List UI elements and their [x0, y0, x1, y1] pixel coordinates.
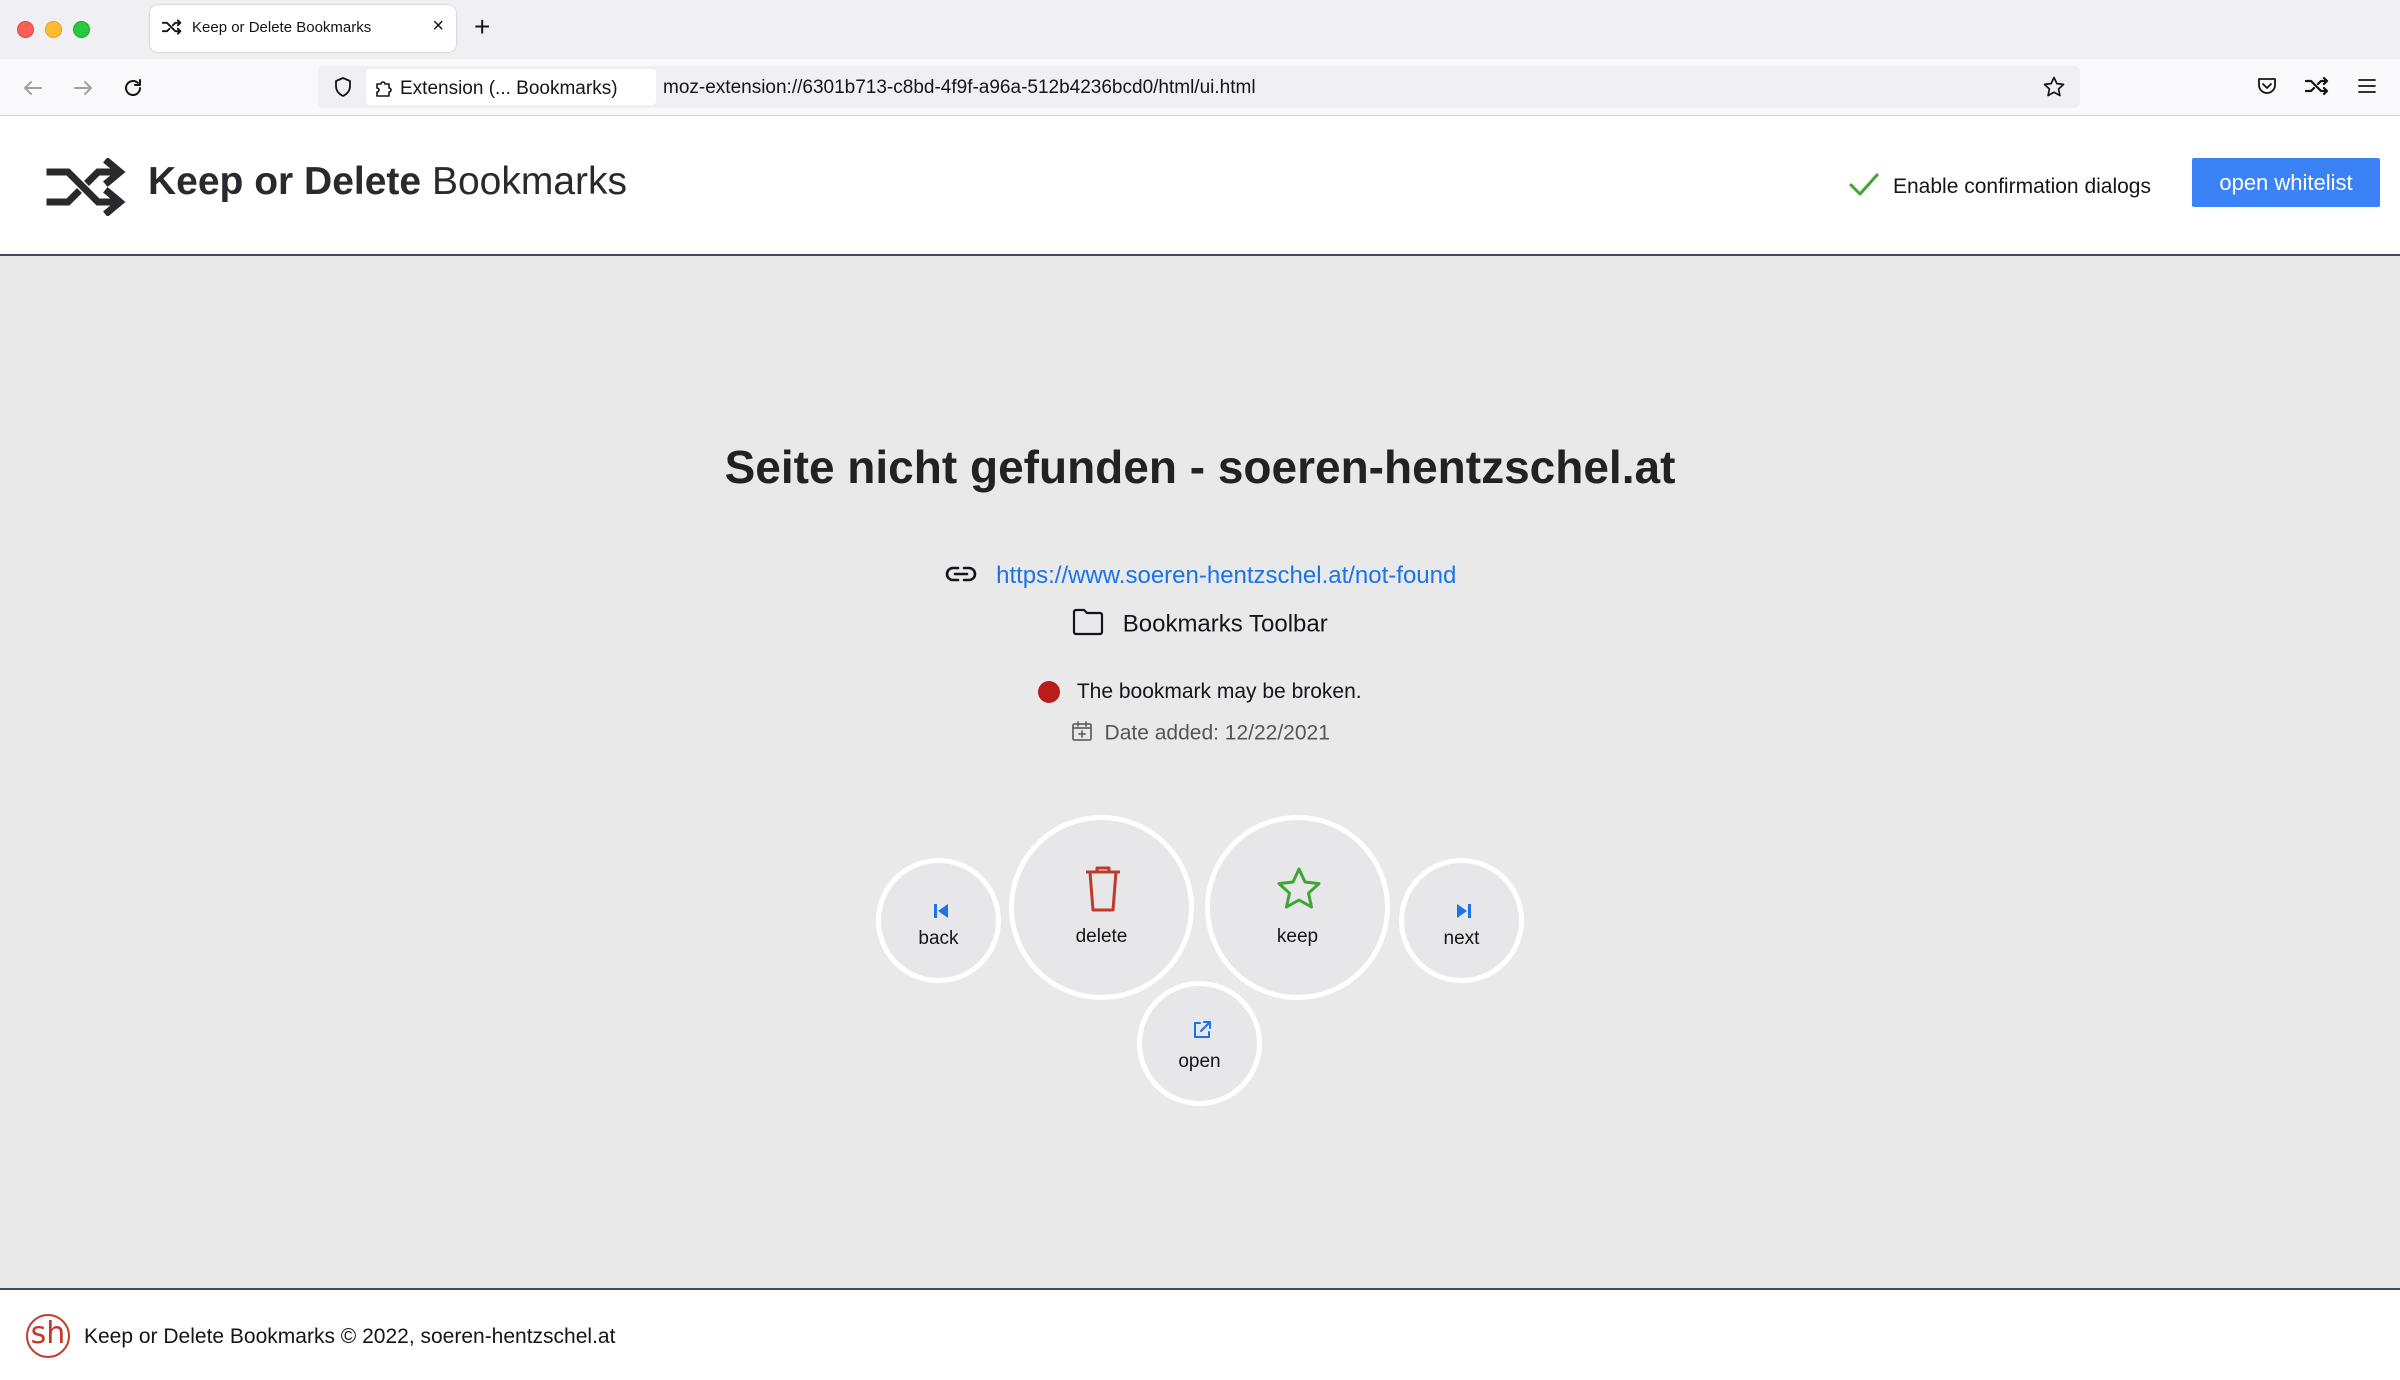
browser-nav-bar: Extension (... Bookmarks) moz-extension:…: [0, 59, 2400, 116]
window-close-button[interactable]: [17, 21, 34, 38]
external-link-icon: [1191, 1019, 1213, 1046]
window-minimize-button[interactable]: [45, 21, 62, 38]
browser-tab-active[interactable]: Keep or Delete Bookmarks ×: [150, 5, 456, 52]
delete-button-label: delete: [1075, 926, 1128, 947]
url-bar[interactable]: Extension (... Bookmarks) moz-extension:…: [318, 66, 2080, 108]
keep-button-label: keep: [1276, 926, 1319, 947]
bookmark-url-link[interactable]: https://www.soeren-hentzschel.at/not-fou…: [996, 562, 1456, 589]
open-button[interactable]: open: [1137, 981, 1262, 1106]
new-tab-button[interactable]: +: [474, 12, 490, 42]
app-header: Keep or Delete Bookmarks Enable confirma…: [0, 116, 2400, 256]
main-content: Seite nicht gefunden - soeren-hentzschel…: [0, 258, 2400, 1288]
url-text[interactable]: moz-extension://6301b713-c8bd-4f9f-a96a-…: [663, 77, 1256, 99]
footer-copyright: Keep or Delete Bookmarks © 2022, soeren-…: [84, 1325, 616, 1348]
menu-icon[interactable]: [2356, 75, 2378, 102]
bookmark-url-row: https://www.soeren-hentzschel.at/not-fou…: [0, 562, 2400, 590]
skip-back-icon: [933, 902, 949, 925]
tab-title: Keep or Delete Bookmarks: [192, 19, 372, 36]
reload-icon[interactable]: [120, 75, 146, 101]
shuffle-extension-icon[interactable]: [2304, 75, 2329, 102]
bookmark-date-row: Date added: 12/22/2021: [0, 719, 2400, 748]
back-button[interactable]: back: [876, 858, 1001, 983]
app-title-bold: Keep or Delete: [148, 160, 422, 203]
trash-icon: [1083, 866, 1123, 917]
folder-icon: [1072, 608, 1104, 641]
shuffle-icon: [161, 18, 182, 41]
back-arrow-icon[interactable]: [20, 75, 46, 101]
bookmark-title: Seite nicht gefunden - soeren-hentzschel…: [724, 441, 1676, 493]
calendar-plus-icon: [1070, 719, 1094, 748]
shuffle-logo-icon: [46, 157, 132, 221]
bookmark-star-icon[interactable]: [2042, 75, 2066, 104]
skip-forward-icon: [1456, 902, 1472, 925]
bookmark-folder-row: Bookmarks Toolbar: [0, 608, 2400, 641]
status-indicator-dot: [1038, 681, 1061, 703]
app-title-light: Bookmarks: [431, 160, 628, 203]
keep-button[interactable]: keep: [1205, 815, 1390, 1000]
app-footer: sh Keep or Delete Bookmarks © 2022, soer…: [0, 1288, 2400, 1380]
star-icon: [1277, 867, 1321, 914]
next-button[interactable]: next: [1399, 858, 1524, 983]
link-icon: [944, 564, 978, 589]
checkmark-icon[interactable]: [1848, 172, 1880, 203]
bookmark-date-added: Date added: 12/22/2021: [1104, 721, 1330, 745]
tab-close-icon[interactable]: ×: [432, 16, 444, 36]
pocket-icon[interactable]: [2256, 75, 2278, 102]
confirmation-dialogs-label: Enable confirmation dialogs: [1893, 175, 2151, 198]
bookmark-status-row: The bookmark may be broken.: [0, 680, 2400, 704]
open-whitelist-button[interactable]: open whitelist: [2192, 158, 2380, 207]
open-button-label: open: [1178, 1051, 1221, 1072]
bookmark-status-text: The bookmark may be broken.: [1076, 680, 1362, 703]
extension-identity-chip[interactable]: Extension (... Bookmarks): [366, 69, 656, 105]
back-button-label: back: [918, 928, 959, 949]
app-title: Keep or Delete Bookmarks: [148, 160, 627, 204]
browser-tab-bar: Keep or Delete Bookmarks × +: [0, 0, 2400, 59]
forward-arrow-icon[interactable]: [70, 75, 96, 101]
bookmark-folder-name: Bookmarks Toolbar: [1122, 610, 1328, 638]
next-button-label: next: [1443, 928, 1480, 949]
shield-icon[interactable]: [332, 76, 354, 103]
extension-chip-label: Extension (... Bookmarks): [400, 78, 618, 99]
window-zoom-button[interactable]: [73, 21, 90, 38]
delete-button[interactable]: delete: [1009, 815, 1194, 1000]
puzzle-icon: [374, 78, 394, 104]
author-logo: sh: [26, 1314, 70, 1358]
